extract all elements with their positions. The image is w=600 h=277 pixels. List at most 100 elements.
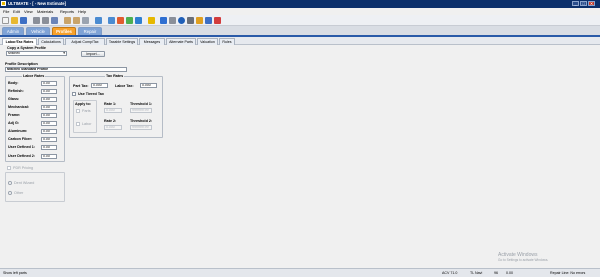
tools-icon[interactable] [196,17,203,24]
tab-repair[interactable]: Repair [78,27,102,35]
menu-view[interactable]: View [24,9,33,14]
threshold2-input[interactable]: 999999.99 [130,125,152,130]
labor-rate-label: Aluminum: [8,129,28,133]
help-icon[interactable] [178,17,185,24]
threshold2-label: Threshold 2: [130,119,153,123]
threshold1-label: Threshold 1: [130,102,153,106]
labor-rate-mechanical-input[interactable]: 0.00 [41,105,57,110]
labor-rate-label: User Defined 2: [8,154,36,158]
rate2-input[interactable]: 0.000 [104,125,122,130]
paste-icon[interactable] [73,17,80,24]
dent-wizard-radio[interactable] [8,181,12,185]
grid-icon[interactable] [82,17,89,24]
pdr-pricing-label: PDR Pricing [13,166,34,170]
window-title: ULTIMATE - [ - New Estimate] [8,1,67,6]
print-icon[interactable] [33,17,40,24]
labor-rates-title: Labor Rates [22,74,46,78]
subtab-adjust-comp-tax[interactable]: Adjust Comp/Tax [65,38,105,45]
menu-bar: File Edit View Materials Reports Help [0,8,600,15]
checklist-icon[interactable] [135,17,142,24]
system-profile-value: Mitchell [8,51,20,55]
threshold1-input[interactable]: 999999.99 [130,108,152,113]
image-icon[interactable] [117,17,124,24]
chevron-down-icon: ▾ [63,51,65,55]
labor-rate-label: Carbon Fiber: [8,137,33,141]
apply-parts-label: Parts [82,109,91,113]
menu-help[interactable]: Help [78,9,86,14]
subtab-rules[interactable]: Rules [219,38,235,45]
estimate-icon[interactable] [108,17,115,24]
calculator-icon[interactable] [126,17,133,24]
tab-vehicle[interactable]: Vehicle [26,27,50,35]
exit-icon[interactable] [214,17,221,24]
sub-tabs: Labor/Tax Rates Calculations Adjust Comp… [0,37,600,45]
window-icon[interactable] [95,17,102,24]
settings-icon[interactable] [169,17,176,24]
print-preview-icon[interactable] [42,17,49,24]
app-icon [1,1,6,6]
part-tax-input[interactable]: 0.000 [91,83,108,88]
tax-rates-title: Tax Rates [105,74,125,78]
subtab-messages[interactable]: Messages [139,38,165,45]
labor-rate-body-input[interactable]: 0.00 [41,81,57,86]
rate1-input[interactable]: 0.000 [104,108,122,113]
menu-reports[interactable]: Reports [60,9,74,14]
pdr-pricing-group [5,172,65,202]
menu-file[interactable]: File [3,9,9,14]
tab-admin[interactable]: Admin [2,27,24,35]
apply-to-label: Apply to: [75,102,91,106]
dropdown-icon[interactable] [187,17,194,24]
email-icon[interactable] [51,17,58,24]
labor-rate-frame-input[interactable]: 0.00 [41,113,57,118]
status-right: Repair Line: No errors [550,271,586,275]
labor-rate-user-defined-1-input[interactable]: 0.00 [41,145,57,150]
new-icon[interactable] [2,17,9,24]
save-icon[interactable] [20,17,27,24]
rate1-label: Rate 1: [104,102,117,106]
minimize-button[interactable]: _ [572,1,579,6]
use-tiered-tax-checkbox[interactable] [72,92,76,96]
labor-rate-user-defined-2-input[interactable]: 0.00 [41,154,57,159]
menu-edit[interactable]: Edit [13,9,20,14]
system-profile-select[interactable]: Mitchell ▾ [6,51,67,56]
subtab-alternate-parts[interactable]: Alternate Parts [166,38,196,45]
labor-rate-glass-input[interactable]: 0.00 [41,97,57,102]
other-label: Other [14,191,24,195]
copy-icon[interactable] [64,17,71,24]
import-button[interactable]: Import... [81,51,105,57]
status-amount: 0.00 [506,271,513,275]
lightbulb-icon[interactable] [148,17,155,24]
labor-rate-carbon-fiber-input[interactable]: 0.00 [41,137,57,142]
pdr-pricing-checkbox[interactable] [7,166,11,170]
labor-rate-adjg-input[interactable]: 0.00 [41,121,57,126]
profile-description-label: Profile Description [5,62,38,66]
subtab-labor-tax-rates[interactable]: Labor/Tax Rates [2,38,37,45]
labor-rate-aluminum-input[interactable]: 0.00 [41,129,57,134]
labor-rate-label: Frame: [8,113,21,117]
status-bar: Show left parts ACV 71.0 TL Navi 96 0.00… [0,268,600,277]
apply-labor-checkbox[interactable] [76,122,80,126]
main-tabs: Admin Vehicle Profiles Repair [0,26,600,35]
profile-description-input[interactable]: Mitchell Standard Profile [5,67,127,72]
apply-labor-label: Labor [82,122,92,126]
subtab-taxable-settings[interactable]: Taxable Settings [106,38,138,45]
subtab-calculations[interactable]: Calculations [38,38,64,45]
copy-profile-label: Copy a System Profile [7,46,46,50]
subtab-valuation[interactable]: Valuation [197,38,218,45]
labor-rate-label: User Defined 1: [8,145,36,149]
labor-rate-label: Body: [8,81,19,85]
labor-rate-refinish-input[interactable]: 0.00 [41,89,57,94]
grid-view-icon[interactable] [205,17,212,24]
menu-materials[interactable]: Materials [37,9,53,14]
other-radio[interactable] [8,191,12,195]
close-button[interactable]: ✕ [588,1,595,6]
labor-rate-label: Refinish: [8,89,24,93]
tab-profiles[interactable]: Profiles [52,27,76,35]
apply-parts-checkbox[interactable] [76,109,80,113]
use-tiered-tax-label: Use Tiered Tax [78,92,104,96]
labor-tax-input[interactable]: 0.000 [140,83,157,88]
open-folder-icon[interactable] [11,17,18,24]
camera-icon[interactable] [160,17,167,24]
status-left: Show left parts [3,271,27,275]
maximize-button[interactable]: □ [580,1,587,6]
